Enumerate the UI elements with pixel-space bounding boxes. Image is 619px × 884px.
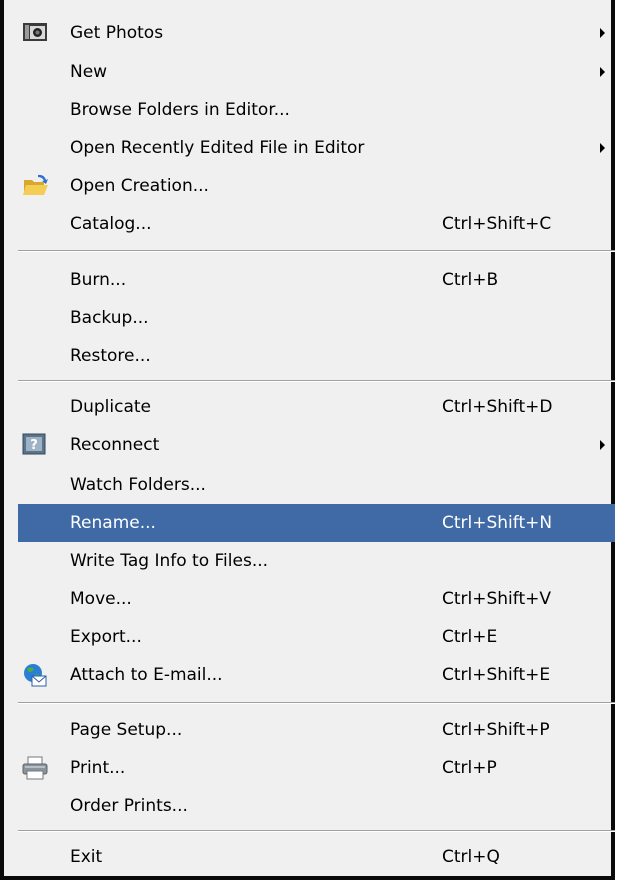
menu-item-label: Write Tag Info to Files...	[70, 551, 269, 571]
menu-item-label: Rename...	[70, 513, 156, 533]
menu-item-restore[interactable]: Restore...	[18, 337, 615, 375]
submenu-arrow-icon	[600, 67, 605, 77]
menu-item-label: Page Setup...	[70, 720, 183, 740]
menu-item-backup[interactable]: Backup...	[18, 299, 615, 337]
email-globe-icon	[22, 663, 48, 687]
menu-item-new[interactable]: New	[18, 53, 615, 91]
menu-item-export[interactable]: Export... Ctrl+E	[18, 618, 615, 656]
shortcut-label: Ctrl+Shift+C	[442, 214, 552, 234]
menu-item-catalog[interactable]: Catalog... Ctrl+Shift+C	[18, 205, 615, 243]
shortcut-label: Ctrl+Shift+D	[442, 397, 553, 417]
camera-icon	[22, 21, 48, 45]
folder-open-icon	[22, 174, 48, 198]
menu-item-page-setup[interactable]: Page Setup... Ctrl+Shift+P	[18, 711, 615, 749]
menu-item-open-recent[interactable]: Open Recently Edited File in Editor	[18, 129, 615, 167]
menu-item-label: Open Recently Edited File in Editor	[70, 138, 365, 158]
menu-item-reconnect[interactable]: ? Reconnect	[18, 426, 615, 464]
shortcut-label: Ctrl+Q	[442, 847, 500, 867]
menu-item-label: Order Prints...	[70, 796, 188, 816]
shortcut-label: Ctrl+B	[442, 270, 499, 290]
menu-item-label: Print...	[70, 758, 126, 778]
svg-text:?: ?	[30, 438, 38, 453]
menu-item-label: Backup...	[70, 308, 149, 328]
question-icon: ?	[22, 433, 48, 457]
menu-item-watch-folders[interactable]: Watch Folders...	[18, 466, 615, 504]
menu-item-get-photos[interactable]: Get Photos	[18, 14, 615, 52]
shortcut-label: Ctrl+Shift+V	[442, 589, 552, 609]
printer-icon	[22, 756, 48, 780]
file-menu: Get Photos New Browse Folders in Editor.…	[0, 0, 615, 880]
submenu-arrow-icon	[600, 440, 605, 450]
menu-item-burn[interactable]: Burn... Ctrl+B	[18, 261, 615, 299]
menu-separator	[18, 250, 615, 252]
shortcut-label: Ctrl+Shift+P	[442, 720, 550, 740]
menu-item-label: Exit	[70, 847, 103, 867]
menu-item-label: Catalog...	[70, 214, 152, 234]
menu-item-label: Attach to E-mail...	[70, 665, 223, 685]
shortcut-label: Ctrl+P	[442, 758, 497, 778]
shortcut-label: Ctrl+Shift+E	[442, 665, 551, 685]
menu-item-label: Export...	[70, 627, 142, 647]
menu-item-label: Open Creation...	[70, 176, 209, 196]
menu-item-label: Get Photos	[70, 23, 164, 43]
menu-item-print[interactable]: Print... Ctrl+P	[18, 749, 615, 787]
menu-item-label: Burn...	[70, 270, 127, 290]
menu-item-write-tag-info[interactable]: Write Tag Info to Files...	[18, 542, 615, 580]
menu-item-label: Move...	[70, 589, 132, 609]
menu-item-duplicate[interactable]: Duplicate Ctrl+Shift+D	[18, 388, 615, 426]
menu-item-order-prints[interactable]: Order Prints...	[18, 787, 615, 825]
submenu-arrow-icon	[600, 28, 605, 38]
menu-item-browse-folders[interactable]: Browse Folders in Editor...	[18, 91, 615, 129]
menu-item-label: New	[70, 62, 108, 82]
menu-item-open-creation[interactable]: Open Creation...	[18, 167, 615, 205]
submenu-arrow-icon	[600, 143, 605, 153]
menu-item-label: Watch Folders...	[70, 475, 206, 495]
menu-item-move[interactable]: Move... Ctrl+Shift+V	[18, 580, 615, 618]
shortcut-label: Ctrl+E	[442, 627, 498, 647]
menu-item-rename[interactable]: Rename... Ctrl+Shift+N	[18, 504, 615, 542]
menu-item-label: Browse Folders in Editor...	[70, 100, 290, 120]
shortcut-label: Ctrl+Shift+N	[442, 513, 553, 533]
menu-item-label: Restore...	[70, 346, 151, 366]
menu-item-label: Duplicate	[70, 397, 151, 417]
menu-separator	[18, 702, 615, 704]
menu-item-label: Reconnect	[70, 435, 160, 455]
menu-separator	[18, 380, 615, 382]
menu-item-exit[interactable]: Exit Ctrl+Q	[18, 838, 615, 876]
menu-separator	[18, 830, 615, 832]
menu-item-attach-email[interactable]: Attach to E-mail... Ctrl+Shift+E	[18, 656, 615, 694]
